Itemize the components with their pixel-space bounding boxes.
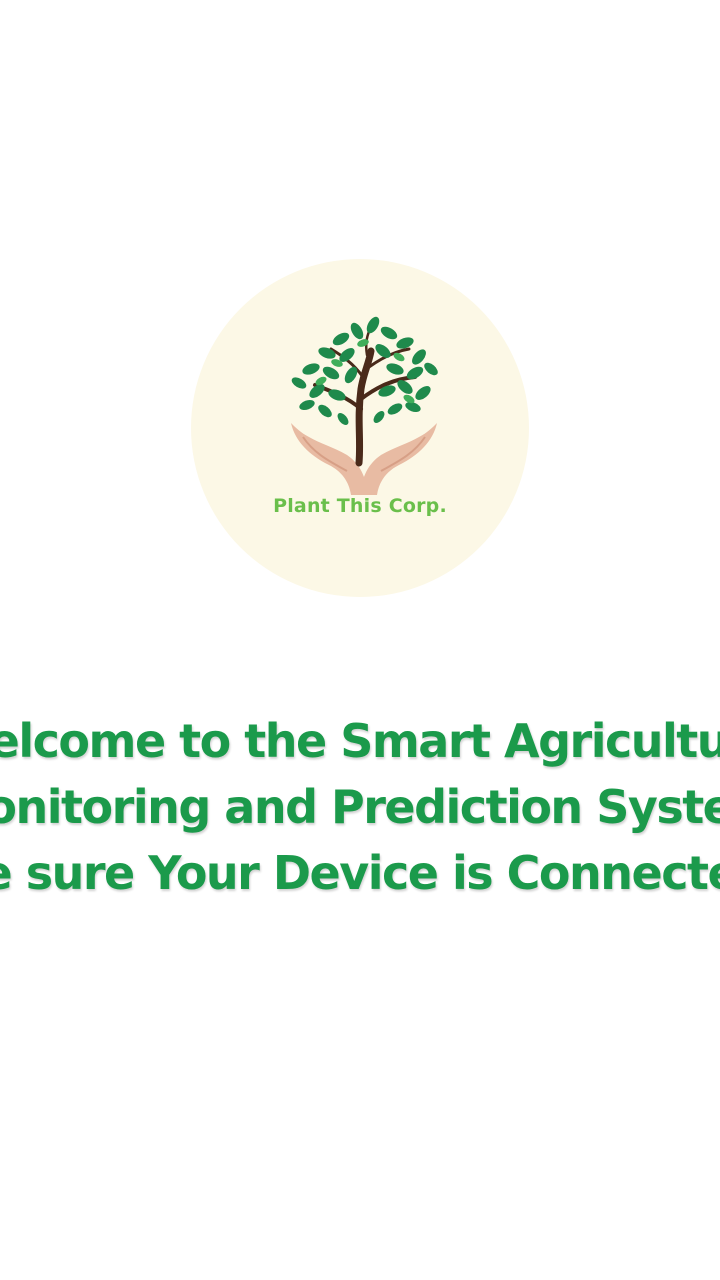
splash-screen: Plant This Corp. Welcome to the Smart Ag… bbox=[0, 0, 720, 1280]
company-logo: Plant This Corp. bbox=[191, 259, 529, 597]
tree-in-hands-icon bbox=[291, 316, 438, 495]
welcome-line-1: Welcome to the Smart Agriculture bbox=[0, 714, 720, 768]
welcome-line-3: Please Make sure Your Device is Connecte… bbox=[0, 846, 720, 900]
welcome-line-2: Monitoring and Prediction System bbox=[0, 780, 720, 834]
logo-company-name: Plant This Corp. bbox=[273, 495, 447, 517]
welcome-message: Welcome to the Smart Agriculture Monitor… bbox=[0, 708, 720, 906]
